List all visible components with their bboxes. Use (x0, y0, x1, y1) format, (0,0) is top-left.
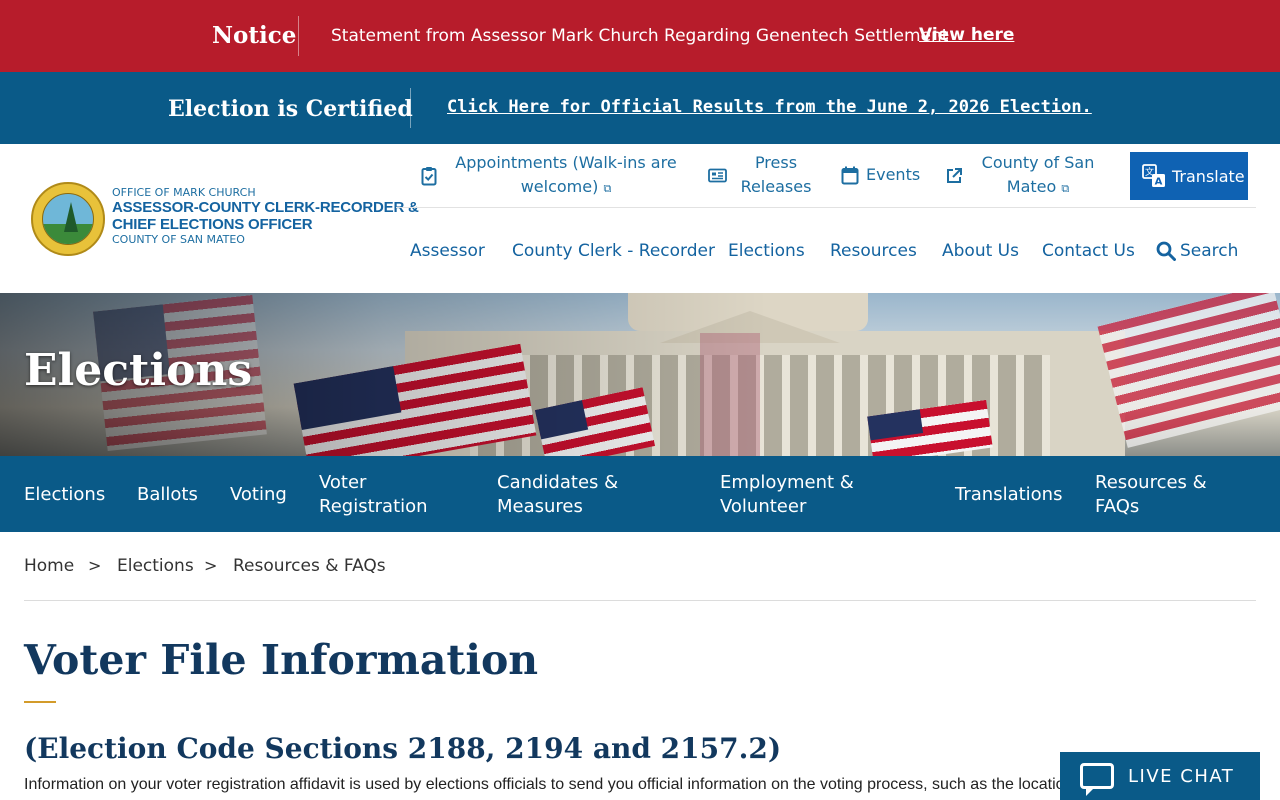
translate-icon: 文 A (1142, 164, 1165, 188)
breadcrumb-divider (24, 600, 1256, 601)
logo-line-4: COUNTY OF SAN MATEO (112, 233, 245, 246)
press-line-2: Releases (740, 177, 812, 196)
nav-elections[interactable]: Elections (728, 241, 805, 261)
live-chat-button[interactable]: LIVE CHAT (1060, 752, 1260, 800)
section-subnav: Elections Ballots Voting Voter Registrat… (0, 456, 1280, 532)
hero-title: Elections (24, 345, 253, 396)
county-of-san-mateo-link[interactable]: County of San Mateo ⧉ (974, 151, 1102, 201)
subnav-resources-line-2: FAQs (1095, 496, 1140, 517)
logo-line-2: ASSESSOR-COUNTY CLERK-RECORDER & (112, 199, 419, 216)
notice-view-link[interactable]: View here (919, 25, 1014, 45)
nav-about-us[interactable]: About Us (942, 241, 1019, 261)
clipboard-check-icon (421, 167, 437, 186)
subnav-employment-line-2: Volunteer (720, 496, 807, 517)
subnav-candidates-measures[interactable]: Candidates & Measures (497, 471, 618, 519)
newspaper-icon (708, 168, 727, 183)
header-divider (396, 207, 1256, 208)
page-title: Voter File Information (24, 636, 539, 684)
certified-banner: Election is Certified Click Here for Off… (0, 72, 1280, 144)
logo-line-1: OFFICE OF MARK CHURCH (112, 186, 256, 199)
breadcrumb-separator: > (88, 556, 102, 575)
subnav-employment-line-1: Employment & (720, 472, 854, 493)
live-chat-label: LIVE CHAT (1128, 765, 1235, 787)
external-link-icon: ⧉ (1061, 182, 1070, 195)
nav-contact-us[interactable]: Contact Us (1042, 241, 1135, 261)
title-accent-line (24, 701, 56, 703)
subnav-employment-volunteer[interactable]: Employment & Volunteer (720, 471, 854, 519)
appointments-line-2: welcome) (520, 177, 599, 196)
subnav-elections[interactable]: Elections (24, 483, 105, 507)
subnav-voter-registration-line-1: Voter (319, 472, 367, 493)
nav-resources[interactable]: Resources (830, 241, 917, 261)
translate-label: Translate (1172, 166, 1245, 186)
search-icon (1156, 241, 1176, 261)
nav-assessor[interactable]: Assessor (410, 241, 485, 261)
press-releases-link[interactable]: Press Releases (735, 151, 817, 199)
subnav-ballots[interactable]: Ballots (137, 483, 198, 507)
county-seal-logo[interactable] (31, 182, 105, 256)
subnav-voter-registration-line-2: Registration (319, 496, 428, 517)
subnav-candidates-line-2: Measures (497, 496, 583, 517)
breadcrumb-elections[interactable]: Elections (117, 556, 194, 576)
subnav-translations[interactable]: Translations (955, 483, 1062, 507)
page-subtitle: (Election Code Sections 2188, 2194 and 2… (24, 732, 782, 765)
seal-scene (42, 193, 94, 245)
breadcrumb-current: Resources & FAQs (233, 556, 386, 576)
appointments-link[interactable]: Appointments (Walk-ins are welcome) ⧉ (446, 151, 686, 201)
notice-banner: Notice Statement from Assessor Mark Chur… (0, 0, 1280, 72)
subnav-voter-registration[interactable]: Voter Registration (319, 471, 428, 519)
notice-label: Notice (212, 22, 297, 49)
breadcrumb-separator: > (204, 556, 218, 575)
hero-banner: Elections (0, 293, 1280, 456)
chat-bubble-icon (1080, 763, 1114, 796)
svg-text:A: A (1155, 177, 1163, 188)
certified-divider (410, 88, 411, 128)
translate-button[interactable]: 文 A Translate (1130, 152, 1248, 200)
notice-divider (298, 16, 299, 56)
subnav-resources-line-1: Resources & (1095, 472, 1207, 493)
search-label: Search (1180, 241, 1239, 261)
subnav-candidates-line-1: Candidates & (497, 472, 619, 493)
logo-line-3: CHIEF ELECTIONS OFFICER (112, 216, 313, 233)
seal-tree (64, 202, 78, 232)
county-line-2: Mateo (1006, 177, 1057, 196)
nav-county-clerk-recorder[interactable]: County Clerk - Recorder (512, 241, 715, 261)
calendar-icon (841, 166, 859, 185)
search-button[interactable]: Search (1156, 241, 1238, 261)
office-name-logo[interactable]: OFFICE OF MARK CHURCH ASSESSOR-COUNTY CL… (112, 186, 419, 246)
press-line-1: Press (754, 153, 798, 172)
official-results-link[interactable]: Click Here for Official Results from the… (447, 97, 1092, 117)
external-link-icon (947, 168, 962, 183)
certified-label: Election is Certified (168, 96, 413, 122)
intro-paragraph: Information on your voter registration a… (24, 776, 1074, 793)
appointments-line-1: Appointments (Walk-ins are (455, 153, 677, 172)
county-line-1: County of San (981, 153, 1095, 172)
external-link-icon: ⧉ (603, 182, 612, 195)
breadcrumb-home[interactable]: Home (24, 556, 74, 576)
notice-text: Statement from Assessor Mark Church Rega… (331, 26, 949, 46)
subnav-voting[interactable]: Voting (230, 483, 287, 507)
subnav-resources-faqs[interactable]: Resources & FAQs (1095, 471, 1207, 519)
events-link[interactable]: Events (866, 163, 920, 187)
